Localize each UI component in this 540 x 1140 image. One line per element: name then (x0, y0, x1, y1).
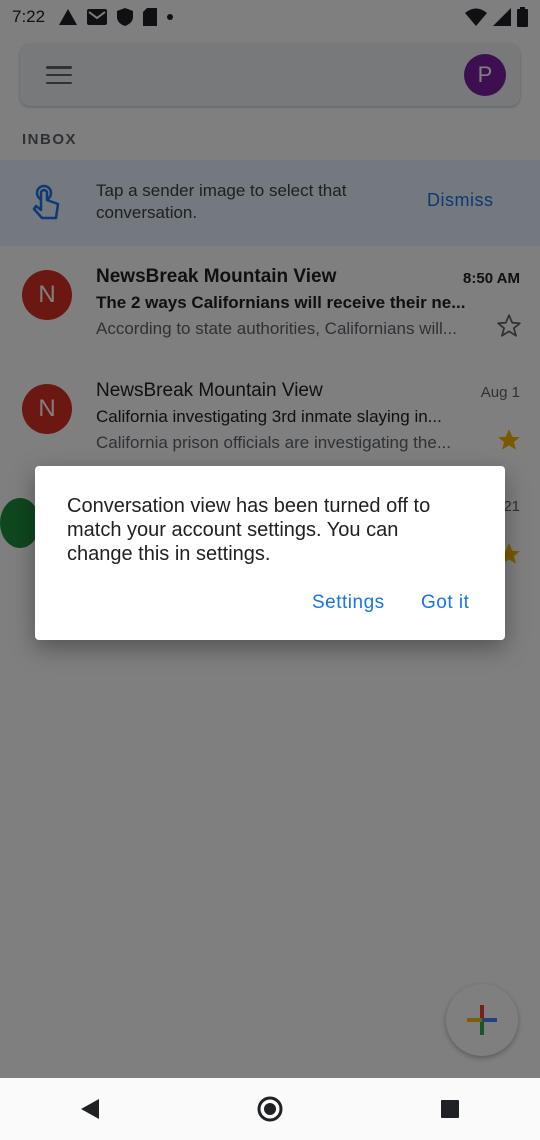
back-icon (81, 1099, 99, 1119)
home-icon (257, 1096, 283, 1122)
recents-button[interactable] (420, 1079, 480, 1139)
system-nav-bar (0, 1078, 540, 1140)
conversation-view-dialog: Conversation view has been turned off to… (35, 466, 505, 640)
settings-button[interactable]: Settings (312, 592, 385, 614)
got-it-button[interactable]: Got it (421, 592, 469, 614)
recents-icon (441, 1100, 459, 1118)
back-button[interactable] (60, 1079, 120, 1139)
dialog-message: Conversation view has been turned off to… (67, 495, 431, 565)
home-button[interactable] (240, 1079, 300, 1139)
